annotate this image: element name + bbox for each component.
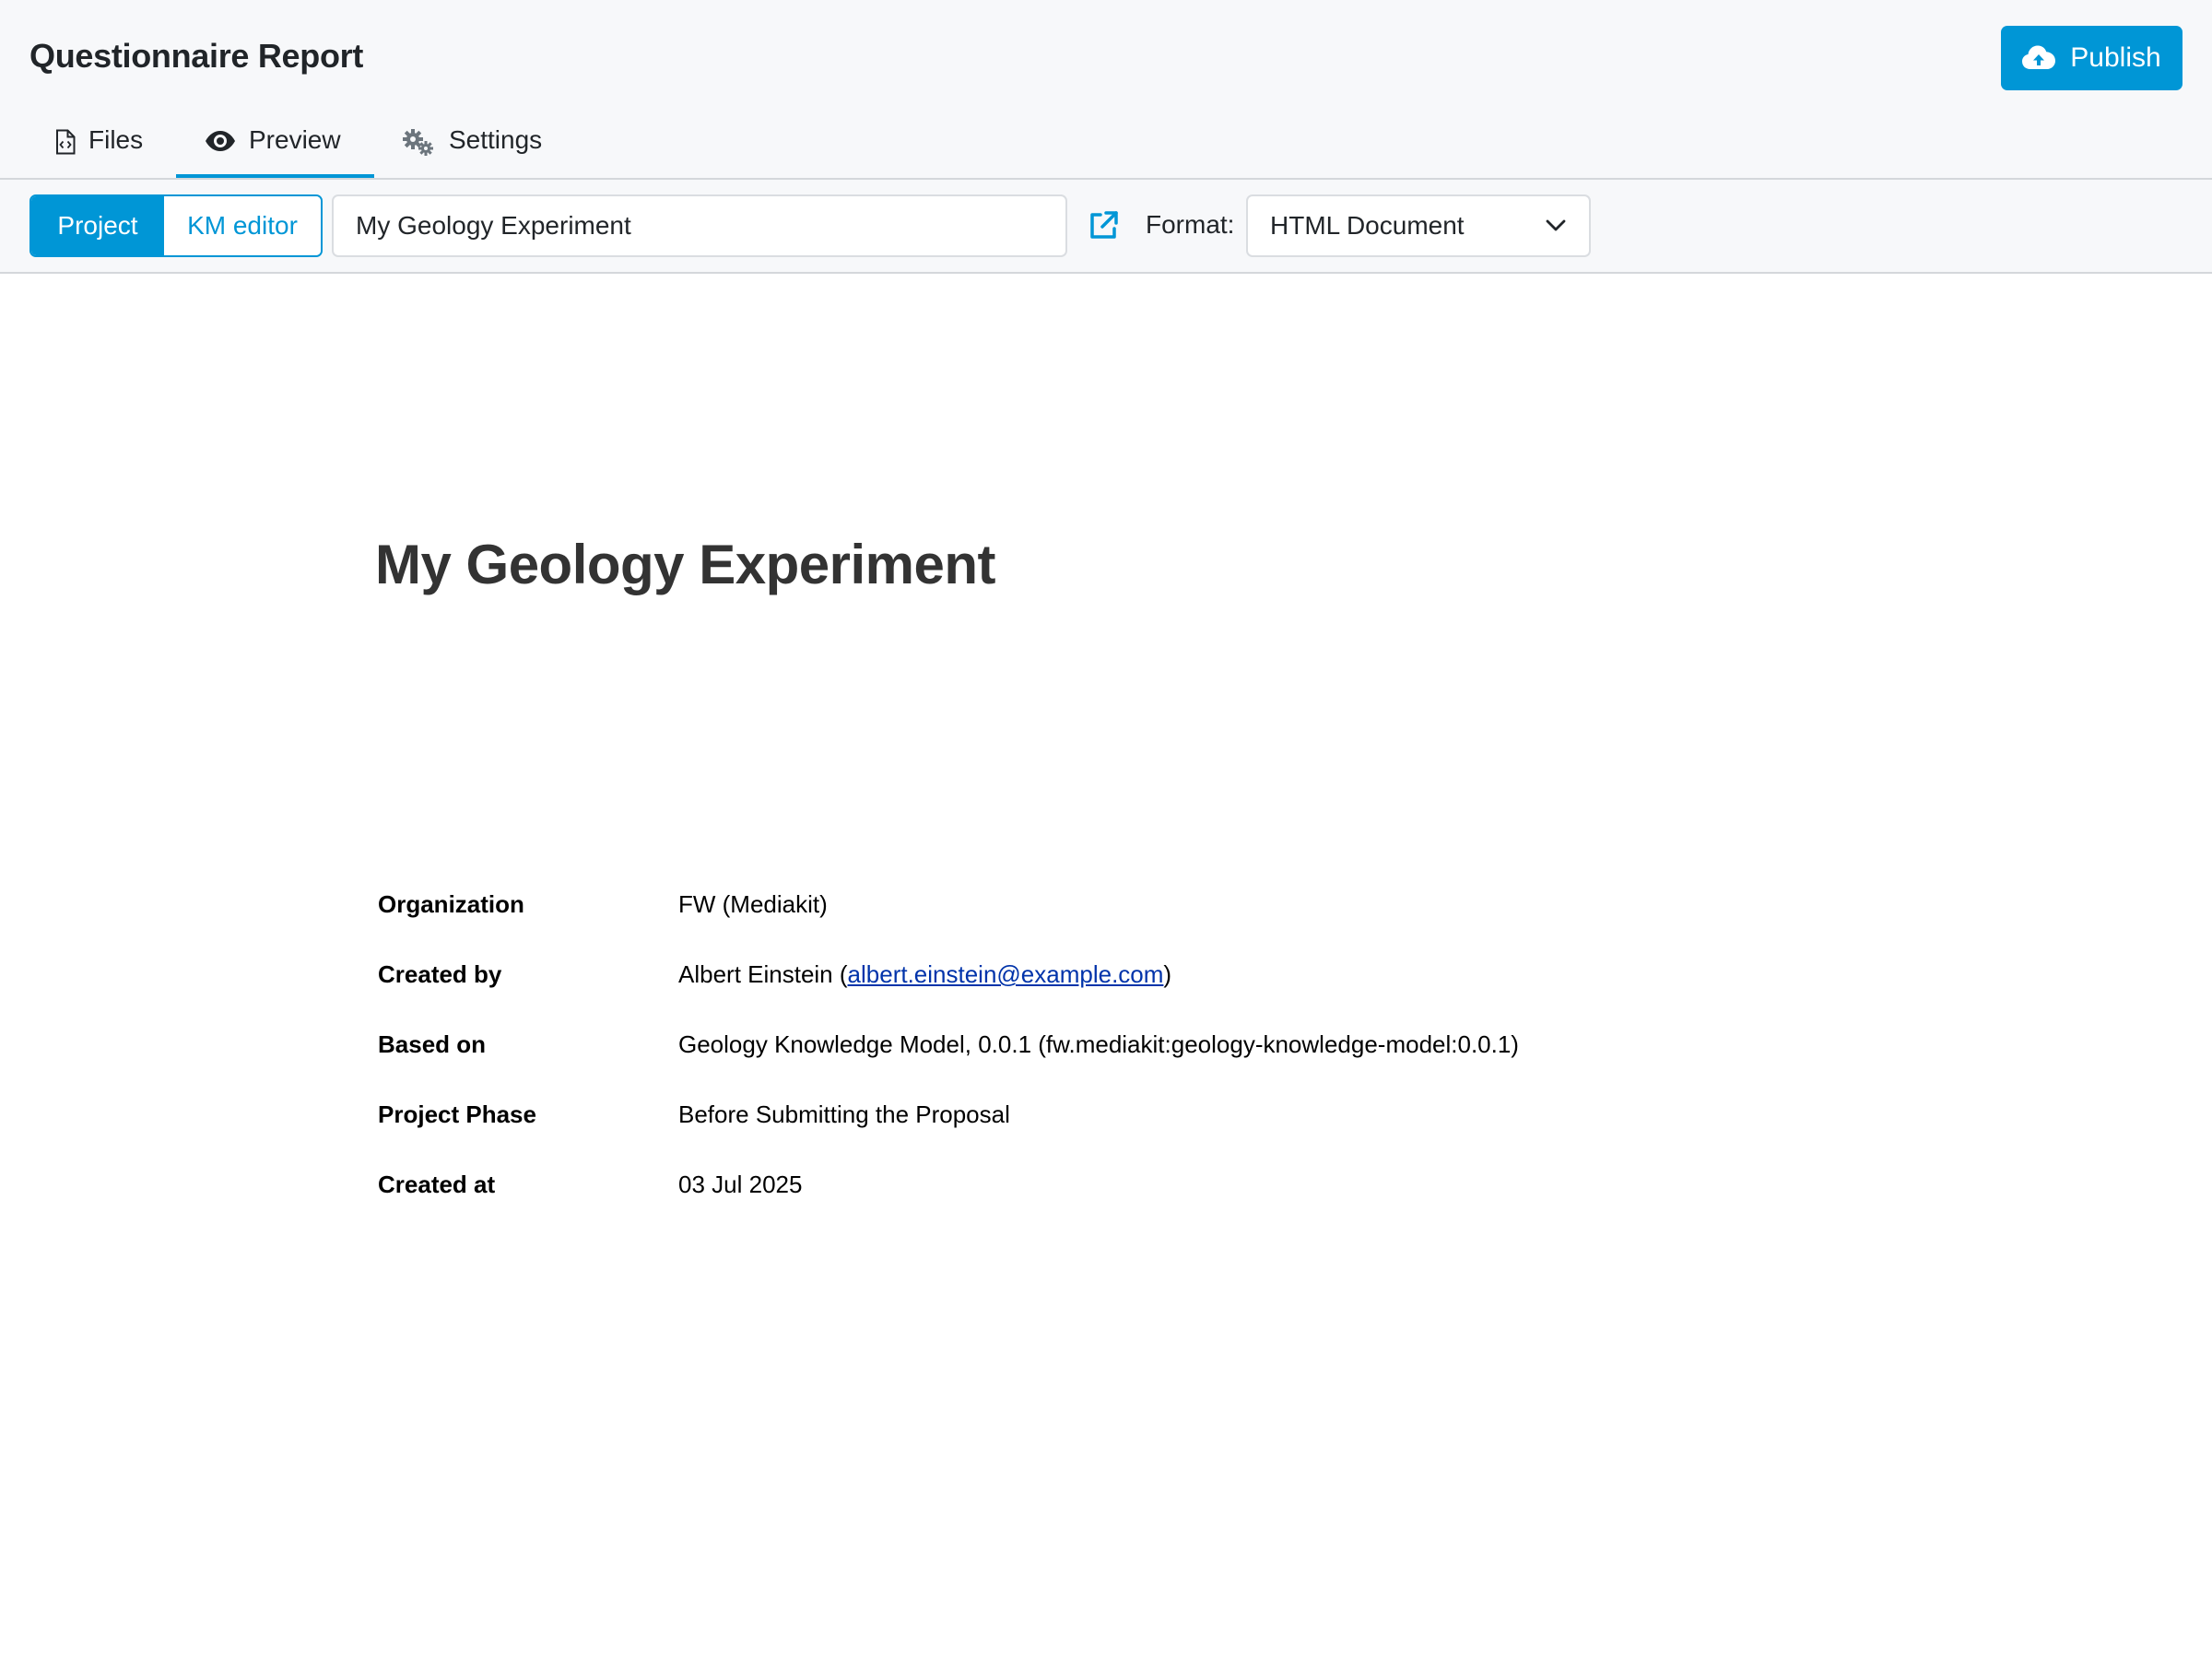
mode-switch: Project KM editor [29,194,323,257]
meta-label: Project Phase [378,1100,536,1128]
publish-button[interactable]: Publish [2001,26,2183,90]
project-name-input[interactable] [332,194,1067,257]
meta-label: Created at [378,1171,496,1198]
cloud-upload-icon [2022,45,2056,69]
creator-name: Albert Einstein ( [678,960,848,988]
header-area: Questionnaire Report Publish Files Previ… [0,0,2212,180]
meta-value: FW (Mediakit) [678,890,828,918]
mode-project-button[interactable]: Project [31,196,164,255]
meta-value: 03 Jul 2025 [678,1171,803,1198]
publish-button-label: Publish [2070,42,2161,73]
preview-toolbar: Project KM editor Format: HTML Document [0,180,2212,274]
meta-value: Before Submitting the Proposal [678,1100,1010,1128]
document-title: My Geology Experiment [375,534,996,595]
creator-email-link[interactable]: albert.einstein@example.com [848,960,1164,988]
meta-value-created-by: Albert Einstein (albert.einstein@example… [678,960,1171,989]
tab-files-label: Files [88,125,144,154]
tab-preview-label: Preview [249,125,341,154]
mode-km-editor-button[interactable]: KM editor [164,196,321,255]
chevron-down-icon [1546,219,1566,231]
format-label: Format: [1146,210,1235,239]
gears-icon [403,129,433,156]
external-link-icon[interactable] [1088,210,1119,241]
tab-preview[interactable]: Preview [176,125,374,178]
tab-settings[interactable]: Settings [403,125,542,178]
meta-label: Organization [378,890,524,918]
tab-settings-label: Settings [449,125,543,154]
eye-icon [206,131,235,151]
tab-bar: Files Preview Settings [0,114,2212,178]
file-code-icon [56,129,76,155]
format-select-value: HTML Document [1270,211,1465,240]
tab-files[interactable]: Files [55,125,143,178]
meta-label: Based on [378,1030,487,1058]
meta-label: Created by [378,960,502,988]
format-select[interactable]: HTML Document [1246,194,1591,257]
meta-value: Geology Knowledge Model, 0.0.1 (fw.media… [678,1030,1519,1058]
creator-suffix: ) [1163,960,1172,988]
page-title: Questionnaire Report [29,37,364,75]
